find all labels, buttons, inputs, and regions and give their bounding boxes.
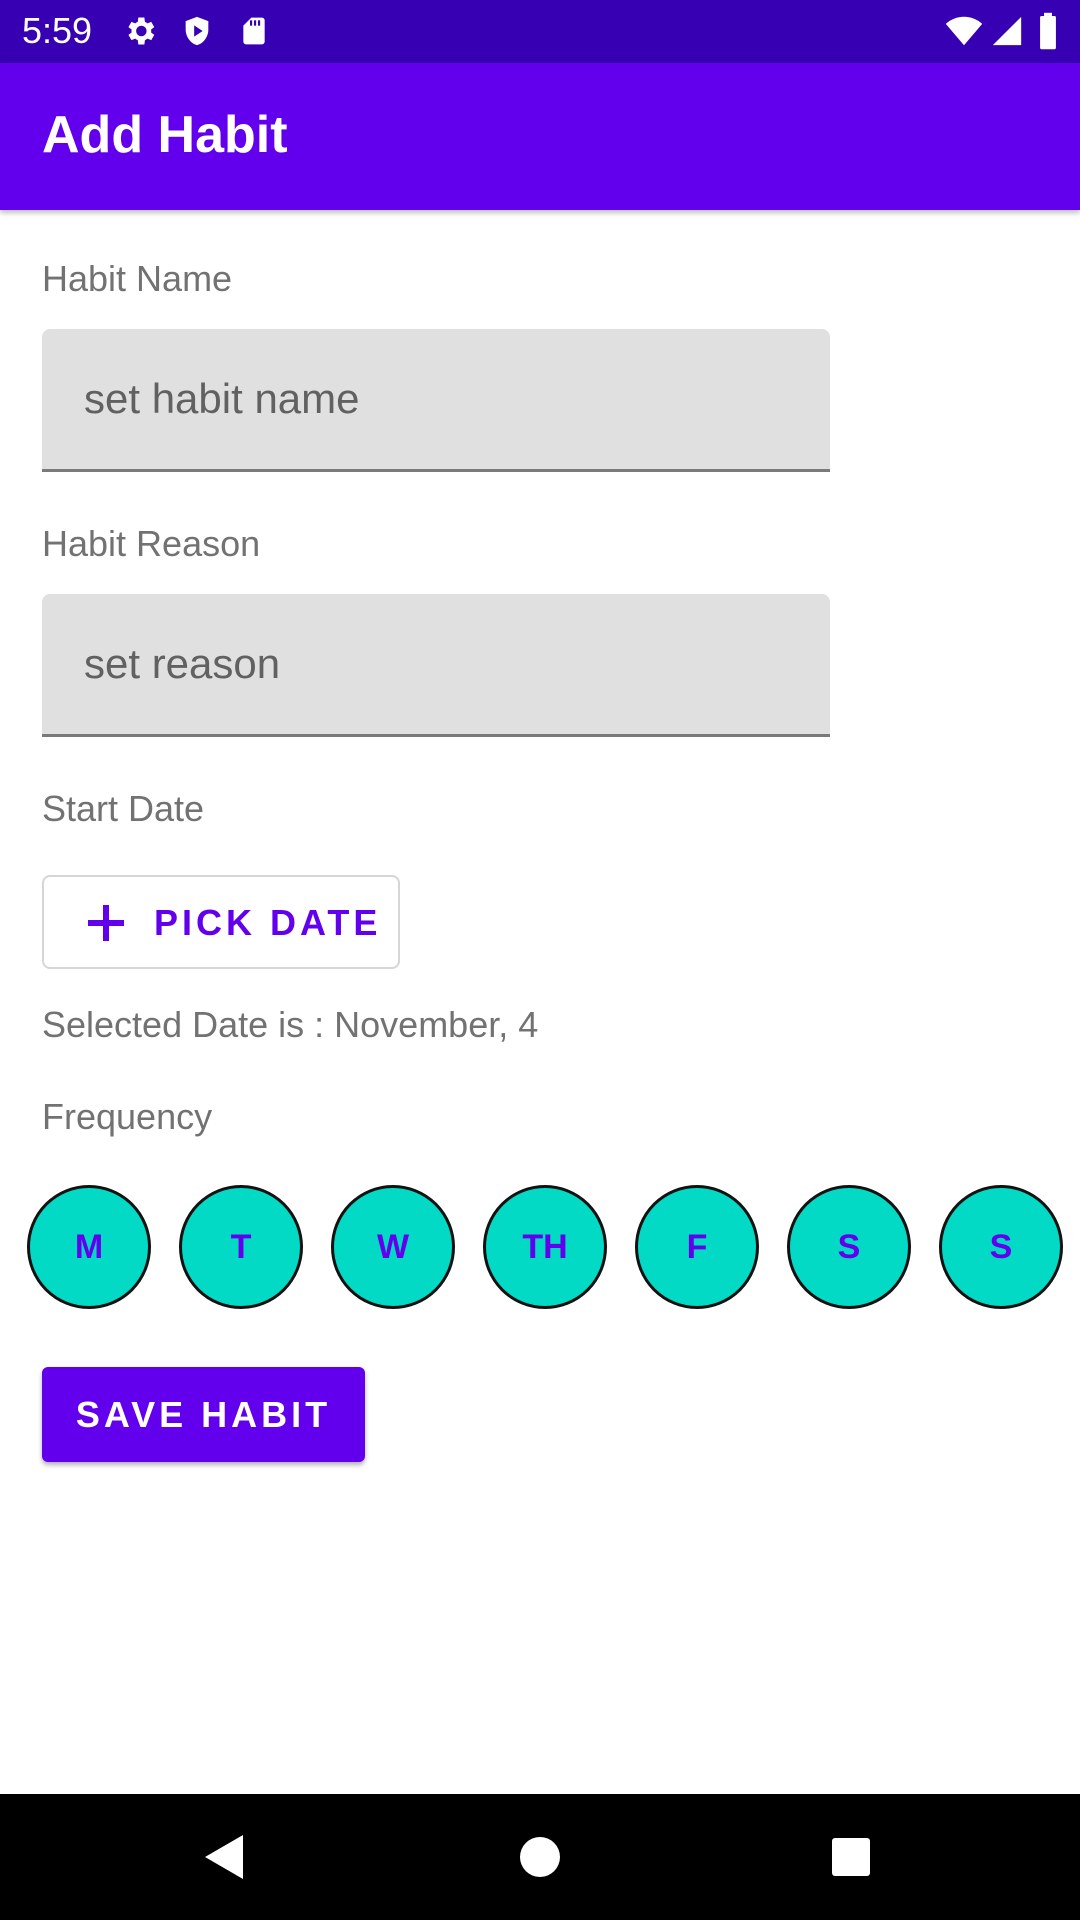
sd-card-icon xyxy=(238,12,270,55)
signal-icon xyxy=(990,12,1024,55)
day-tuesday[interactable]: T xyxy=(179,1185,303,1309)
habit-reason-input[interactable] xyxy=(42,594,830,734)
selected-date-text: Selected Date is : November, 4 xyxy=(42,1004,539,1045)
habit-name-field[interactable] xyxy=(42,329,830,472)
back-icon[interactable] xyxy=(197,1829,253,1885)
day-sunday[interactable]: S xyxy=(939,1185,1063,1309)
page-title: Add Habit xyxy=(42,106,288,164)
day-thursday[interactable]: TH xyxy=(483,1185,607,1309)
pick-date-label: PICK DATE xyxy=(154,902,382,943)
frequency-label: Frequency xyxy=(42,1096,213,1137)
status-time: 5:59 xyxy=(22,10,93,51)
day-monday[interactable]: M xyxy=(27,1185,151,1309)
shield-icon xyxy=(180,12,214,55)
habit-name-label: Habit Name xyxy=(42,258,233,299)
app-bar: Add Habit xyxy=(0,63,1080,210)
home-icon[interactable] xyxy=(512,1829,568,1885)
habit-reason-field[interactable] xyxy=(42,594,830,737)
gear-icon xyxy=(122,12,158,55)
day-saturday[interactable]: S xyxy=(787,1185,911,1309)
start-date-label: Start Date xyxy=(42,788,205,829)
pick-date-button[interactable]: PICK DATE xyxy=(42,875,400,969)
habit-reason-label: Habit Reason xyxy=(42,523,261,564)
plus-icon xyxy=(86,903,126,943)
navigation-bar xyxy=(0,1794,1080,1920)
wifi-icon xyxy=(944,12,984,55)
battery-icon xyxy=(1036,12,1060,55)
status-bar: 5:59 xyxy=(0,0,1080,63)
habit-name-input[interactable] xyxy=(42,329,830,469)
day-wednesday[interactable]: W xyxy=(331,1185,455,1309)
day-friday[interactable]: F xyxy=(635,1185,759,1309)
save-habit-button[interactable]: SAVE HABIT xyxy=(42,1367,365,1462)
recents-icon[interactable] xyxy=(823,1829,879,1885)
